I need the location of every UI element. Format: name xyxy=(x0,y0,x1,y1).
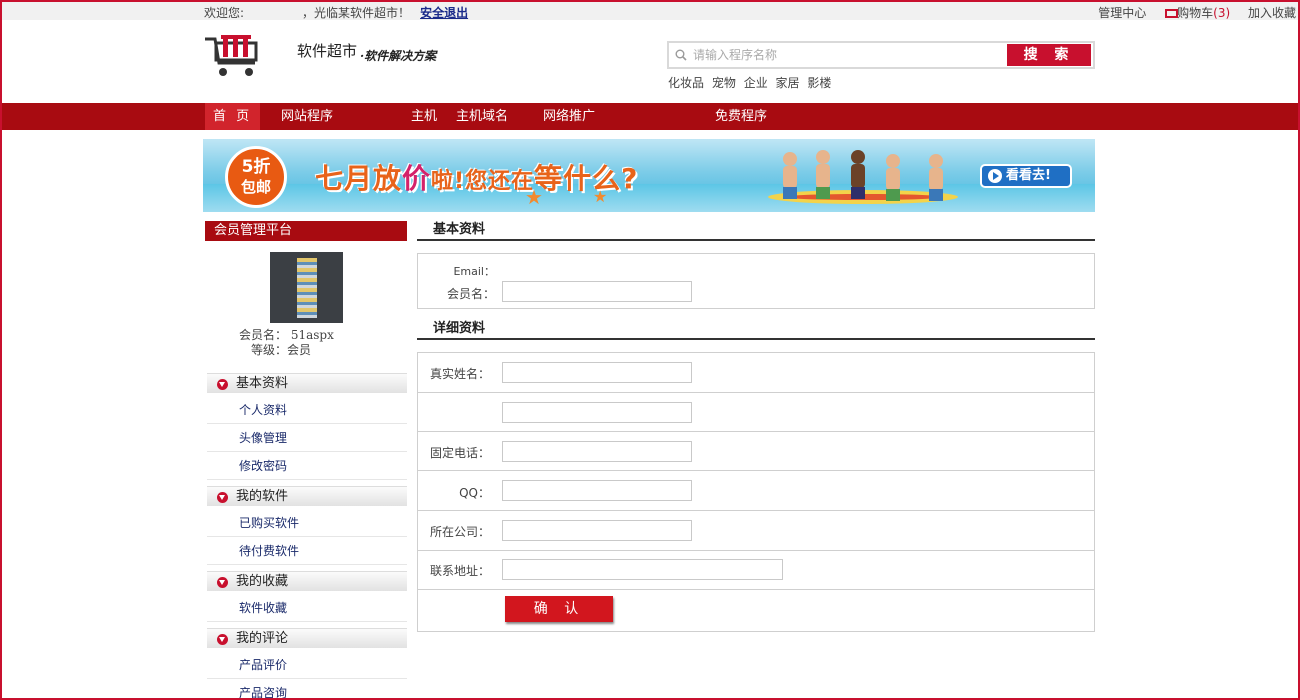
group-title: 我的评论 xyxy=(236,631,289,646)
detail-info-title: 详细资料 xyxy=(417,320,1095,340)
nav-promotion[interactable]: 网络推广 xyxy=(543,103,595,130)
main-nav: 首 页 网站程序 主机 主机域名 网络推广 免费程序 xyxy=(2,103,1298,130)
search-box: 搜 索 xyxy=(667,41,1095,69)
site-slogan: ·软件解决方案 xyxy=(360,49,437,63)
kids-surfboard-image xyxy=(768,150,958,204)
address-field[interactable] xyxy=(502,559,783,580)
starfish-icon: ★ xyxy=(525,185,543,209)
hot-keywords: 化妆品 宠物 企业 家居 影楼 xyxy=(668,74,835,91)
welcome-text: 欢迎您: xyxy=(204,6,245,20)
chevron-down-icon xyxy=(217,379,228,390)
member-name-label: 会员名： xyxy=(446,287,495,301)
hot-keyword[interactable]: 企业 xyxy=(744,76,768,90)
hot-keyword[interactable]: 宠物 xyxy=(712,76,736,90)
headline-part: 您还在 xyxy=(465,169,535,194)
sidebar-item-password[interactable]: 修改密码 xyxy=(207,452,407,480)
group-title: 我的软件 xyxy=(236,489,289,504)
member-info: 会员名： 51aspx 等级：会员 xyxy=(239,328,334,358)
discount-badge: 5折 包邮 xyxy=(225,146,287,208)
member-level-value: 会员 xyxy=(287,343,312,357)
cart-count: (3) xyxy=(1213,6,1231,20)
qq-label: QQ： xyxy=(459,486,490,500)
address-label: 联系地址： xyxy=(429,564,490,578)
logout-link[interactable]: 安全退出 xyxy=(420,6,468,20)
headline-part: 啦! xyxy=(431,169,466,194)
group-title: 我的收藏 xyxy=(236,574,289,589)
member-name-value: 51aspx xyxy=(290,328,334,342)
search-icon xyxy=(675,49,687,61)
look-now-label: 看看去! xyxy=(1006,168,1051,183)
badge-top-text: 5折 xyxy=(241,157,271,177)
member-sidebar: 会员管理平台 会员名： 51aspx 等级：会员 基本资料 个人资料 头像管理 … xyxy=(205,221,407,700)
badge-bottom-text: 包邮 xyxy=(240,178,271,196)
real-name-label: 真实姓名： xyxy=(429,367,490,381)
sidebar-group-basic[interactable]: 基本资料 xyxy=(207,373,407,393)
nav-host[interactable]: 主机 xyxy=(411,103,437,130)
headline-part: 等什么? xyxy=(534,162,639,195)
company-label: 所在公司： xyxy=(429,525,490,539)
play-icon xyxy=(988,169,1002,183)
member-avatar xyxy=(270,252,343,323)
sidebar-item-product-review[interactable]: 产品评价 xyxy=(207,651,407,679)
cart-icon xyxy=(1164,8,1179,18)
confirm-button[interactable]: 确 认 xyxy=(505,596,613,622)
promo-banner[interactable]: 5折 包邮 七月放价啦!您还在等什么? ★ ★ 看看去! xyxy=(203,139,1095,212)
look-now-button[interactable]: 看看去! xyxy=(980,164,1072,188)
hot-keyword[interactable]: 家居 xyxy=(776,76,800,90)
sidebar-item-unpaid[interactable]: 待付费软件 xyxy=(207,537,407,565)
sidebar-item-avatar[interactable]: 头像管理 xyxy=(207,424,407,452)
add-favorite-link[interactable]: 加入收藏 xyxy=(1248,6,1296,20)
qq-field[interactable] xyxy=(502,480,692,501)
member-name-label: 会员名： xyxy=(239,328,288,342)
search-button[interactable]: 搜 索 xyxy=(1007,44,1091,66)
group-title: 基本资料 xyxy=(236,376,289,391)
admin-center-link[interactable]: 管理中心 xyxy=(1098,6,1146,20)
unlabeled-field[interactable] xyxy=(502,402,692,423)
sidebar-item-software-favorites[interactable]: 软件收藏 xyxy=(207,594,407,622)
search-input[interactable] xyxy=(693,44,1003,66)
starfish-icon: ★ xyxy=(593,187,608,206)
sidebar-title: 会员管理平台 xyxy=(205,221,407,241)
phone-field[interactable] xyxy=(502,441,692,462)
member-name-field[interactable] xyxy=(502,281,692,302)
company-field[interactable] xyxy=(502,520,692,541)
nav-free-programs[interactable]: 免费程序 xyxy=(715,103,767,130)
sidebar-group-reviews[interactable]: 我的评论 xyxy=(207,628,407,648)
site-title: 软件超市 xyxy=(297,42,358,60)
cart-logo-icon[interactable] xyxy=(203,33,261,79)
email-label: Email： xyxy=(453,265,495,278)
sidebar-item-product-inquiry[interactable]: 产品咨询 xyxy=(207,679,407,700)
welcome-area: 欢迎您: ，光临某软件超市！ 安全退出 xyxy=(204,4,472,21)
member-level-label: 等级： xyxy=(251,343,288,357)
headline-part: 七月放 xyxy=(315,162,403,195)
hot-keyword[interactable]: 影楼 xyxy=(807,76,831,90)
phone-label: 固定电话： xyxy=(429,446,490,460)
chevron-down-icon xyxy=(217,634,228,645)
sidebar-group-favorites[interactable]: 我的收藏 xyxy=(207,571,407,591)
real-name-field[interactable] xyxy=(502,362,692,383)
top-links: 管理中心 购物车(3) 加入收藏 xyxy=(1084,4,1296,21)
sidebar-group-software[interactable]: 我的软件 xyxy=(207,486,407,506)
cart-link[interactable]: 购物车(3) xyxy=(1164,6,1230,20)
chevron-down-icon xyxy=(217,577,228,588)
cart-label: 购物车 xyxy=(1177,6,1214,20)
nav-home[interactable]: 首 页 xyxy=(205,103,261,130)
sidebar-item-purchased[interactable]: 已购买软件 xyxy=(207,509,407,537)
basic-info-title: 基本资料 xyxy=(417,221,1095,241)
chevron-down-icon xyxy=(217,492,228,503)
visit-text: ，光临某软件超市！ xyxy=(302,6,411,20)
hot-keyword[interactable]: 化妆品 xyxy=(668,76,704,90)
nav-host-domain[interactable]: 主机域名 xyxy=(456,103,508,130)
sidebar-item-profile[interactable]: 个人资料 xyxy=(207,396,407,424)
banner-headline: 七月放价啦!您还在等什么? xyxy=(315,157,638,197)
nav-website-programs[interactable]: 网站程序 xyxy=(281,103,333,130)
headline-part: 价 xyxy=(402,162,432,195)
top-bar: 欢迎您: ，光临某软件超市！ 安全退出 管理中心 购物车(3) 加入收藏 xyxy=(2,2,1298,20)
